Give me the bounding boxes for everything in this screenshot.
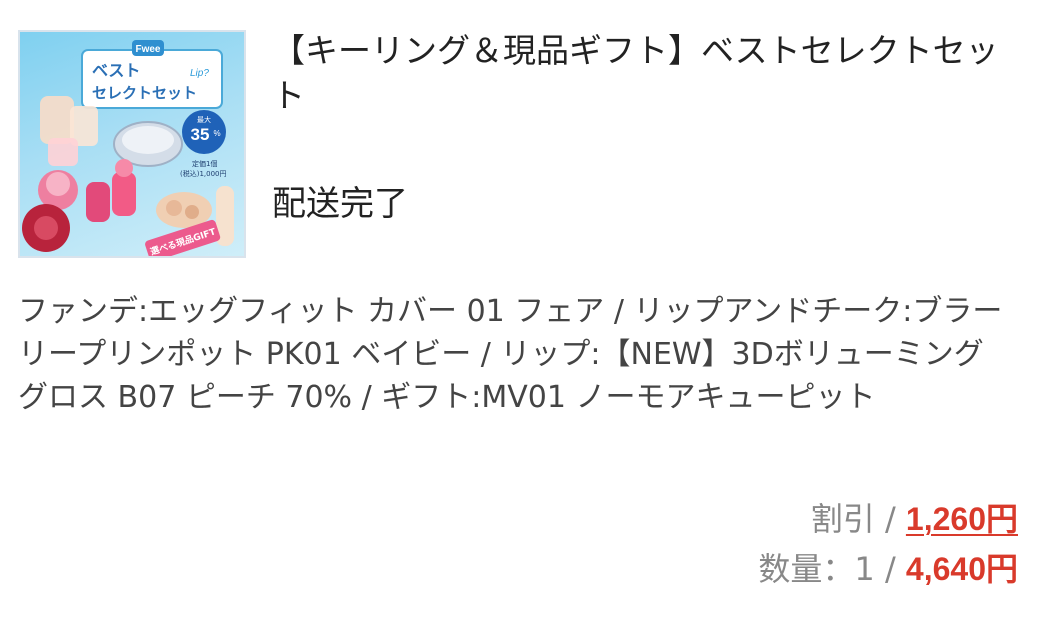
discount-amount-link[interactable]: 1,260円 [906,501,1018,537]
product-thumbnail-art: Fwee ベスト セレクトセット Lip? 最大 35 % 定価1個 (税込)1… [22,40,234,256]
thumb-headline-2: セレクトセット [92,84,197,102]
product-thumbnail[interactable]: Fwee ベスト セレクトセット Lip? 最大 35 % 定価1個 (税込)1… [18,30,246,258]
thumb-note-2: (税込)1,000円 [180,169,227,178]
thumb-brand-text: Fwee [135,44,160,55]
total-price: 4,640円 [905,551,1018,587]
thumb-note-1: 定価1個 [192,159,217,168]
thumb-corner-mark: Lip? [190,68,209,79]
badge-top-text: 最大 [197,115,211,124]
discount-line: 割引 / 1,260円 [758,494,1018,544]
badge-value-text: 35 [191,125,210,144]
discount-label: 割引 / [810,500,906,538]
variant-options-text: ファンデ:エッグフィット カバー 01 フェア / リップアンドチーク:ブラーリ… [18,294,1003,415]
delivery-status: 配送完了 [272,184,408,224]
lip-gloss-shape [86,182,110,222]
thumb-headline-1: ベスト [92,61,140,80]
foundation-bottle-shape [40,96,74,144]
quantity-total-line: 数量：1 / 4,640円 [758,544,1018,594]
product-title[interactable]: 【キーリング＆現品ギフト】ベストセレクトセット [272,28,1012,118]
price-summary: 割引 / 1,260円 数量：1 / 4,640円 [758,494,1018,594]
quantity-label: 数量：1 / [758,550,906,588]
badge-unit-text: % [213,129,220,138]
